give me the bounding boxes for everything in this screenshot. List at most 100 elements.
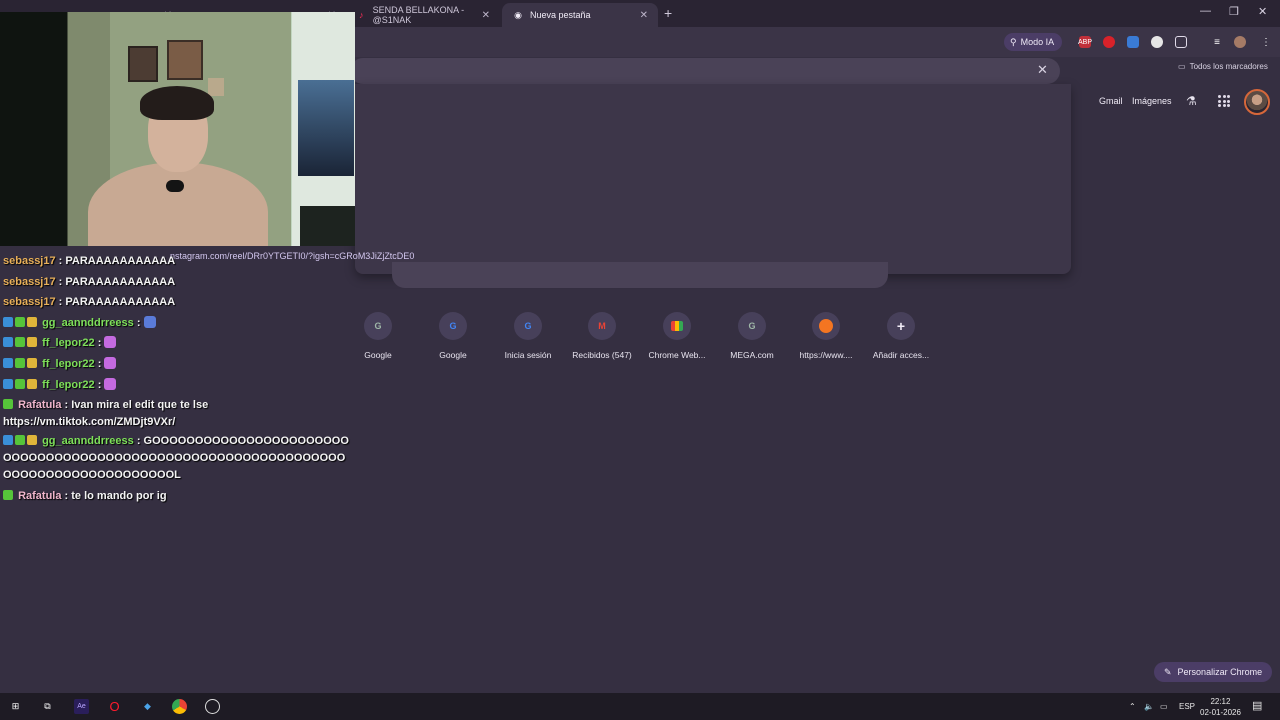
puzzle-icon[interactable] — [1175, 36, 1187, 48]
close-window-button[interactable]: ✕ — [1258, 5, 1267, 18]
language-indicator[interactable]: ESP — [1179, 702, 1195, 711]
badge-icon — [3, 357, 13, 368]
omnibox-dropdown — [355, 84, 1071, 274]
restore-button[interactable]: ❐ — [1229, 5, 1239, 18]
badge-icon — [15, 435, 25, 446]
speaker-icon[interactable]: 🔈 — [1144, 702, 1154, 711]
chrome-icon: ◉ — [514, 9, 522, 20]
chat-message: sebassj17 : PARAAAAAAAAAAA — [3, 296, 176, 309]
badge-icon — [15, 378, 25, 389]
labs-flask-icon[interactable]: ⚗ — [1186, 94, 1197, 108]
close-icon[interactable]: ✕ — [640, 10, 648, 21]
chat-username: gg_aannddrreess — [42, 435, 134, 448]
shortcut-label: https://www.... — [799, 350, 853, 360]
app-icon[interactable]: ◆ — [140, 699, 155, 714]
clock-time: 22:12 — [1210, 697, 1231, 706]
minimize-button[interactable]: — — [1200, 5, 1211, 17]
google-apps-icon[interactable] — [1218, 95, 1230, 107]
gmail-link[interactable]: Gmail — [1099, 96, 1123, 106]
adblock-label: ABP — [1078, 38, 1093, 46]
stream-chat: sebassj17 : PARAAAAAAAAAAA sebassj17 : P… — [3, 251, 353, 507]
shortcut-label: Google — [439, 350, 467, 360]
shortcut-google-1[interactable]: G Google — [343, 312, 413, 360]
profile-icon[interactable] — [1234, 36, 1246, 48]
clock[interactable]: 22:12 02-01-2026 — [1200, 696, 1241, 718]
emote-icon — [104, 356, 117, 369]
google-icon: G — [514, 312, 542, 340]
modo-ia-label: Modo IA — [1020, 37, 1055, 47]
chat-message: sebassj17 : PARAAAAAAAAAAA — [3, 275, 176, 288]
close-icon[interactable]: ✕ — [482, 10, 490, 21]
extension-icon-red[interactable] — [1103, 36, 1115, 48]
taskbar — [0, 693, 1280, 720]
shortcut-letter: + — [896, 318, 906, 334]
chat-message: Rafatula : te lo mando por ig — [3, 484, 353, 507]
badge-icon — [15, 357, 25, 368]
chrome-web-store-icon — [663, 312, 691, 340]
tab-nueva-pestana[interactable]: ◉ Nueva pestaña ✕ — [502, 3, 658, 27]
google-search-box[interactable] — [392, 262, 888, 288]
adblock-icon[interactable]: ABP — [1078, 36, 1093, 48]
badge-icon — [3, 435, 13, 446]
translate-icon[interactable] — [1127, 36, 1139, 48]
google-letter-icon: G — [364, 312, 392, 340]
shortcut-label: Google — [364, 350, 392, 360]
chat-message: gg_aannddrreess : — [3, 313, 353, 334]
network-icon[interactable]: ▭ — [1160, 702, 1168, 711]
badge-icon — [15, 337, 25, 348]
chat-text: PARAAAAAAAAAAA — [65, 275, 176, 288]
google-icon: G — [439, 312, 467, 340]
images-link[interactable]: Imágenes — [1132, 96, 1172, 106]
shortcut-recibidos[interactable]: M Recibidos (547) — [567, 312, 637, 360]
after-effects-icon[interactable]: Ae — [74, 699, 89, 714]
modo-ia-button[interactable]: ⚲ Modo IA — [1004, 33, 1063, 51]
close-icon[interactable]: ✕ — [1037, 62, 1048, 78]
shortcut-mega[interactable]: G MEGA.com — [717, 312, 787, 360]
shortcut-https[interactable]: https://www.... — [791, 312, 861, 360]
google-letter-icon: G — [738, 312, 766, 340]
shortcut-inicia-sesion[interactable]: G Inicia sesión — [493, 312, 563, 360]
task-view-icon[interactable]: ⧉ — [40, 699, 55, 714]
shortcut-letter: G — [449, 321, 457, 331]
shortcut-label: MEGA.com — [730, 350, 774, 360]
chat-username: ff_lepor22 — [42, 357, 95, 370]
chat-text: PARAAAAAAAAAAA — [65, 296, 176, 309]
chat-username: ff_lepor22 — [42, 337, 95, 350]
clock-date: 02-01-2026 — [1200, 708, 1241, 717]
all-bookmarks-button[interactable]: ▭ Todos los marcadores — [1178, 62, 1268, 71]
badge-icon — [3, 316, 13, 327]
reading-list-icon[interactable]: ≡ — [1211, 36, 1223, 48]
badge-icon — [3, 378, 13, 389]
shortcut-label: Chrome Web... — [648, 350, 706, 360]
badge-icon — [27, 357, 37, 368]
customize-chrome-button[interactable]: ✎ Personalizar Chrome — [1154, 662, 1273, 682]
address-bar[interactable] — [350, 58, 1060, 84]
shortcut-chrome-web-store[interactable]: Chrome Web... — [642, 312, 712, 360]
chat-text: te lo mando por ig — [71, 490, 167, 503]
chat-username: Rafatula — [18, 490, 62, 503]
opera-icon[interactable]: O — [107, 699, 122, 714]
emote-icon — [104, 336, 117, 349]
badge-icon — [27, 435, 37, 446]
extension-icon-white[interactable] — [1151, 36, 1163, 48]
chevron-up-icon[interactable]: ⌃ — [1129, 702, 1136, 711]
chat-username: sebassj17 — [3, 275, 56, 288]
obs-icon[interactable] — [205, 699, 220, 714]
sparkle-search-icon: ⚲ — [1010, 36, 1017, 47]
notifications-icon[interactable]: ▤ — [1252, 699, 1262, 712]
shortcut-letter: G — [748, 321, 756, 331]
windows-start-icon[interactable]: ⊞ — [8, 699, 23, 714]
chrome-taskbar-icon[interactable] — [172, 699, 187, 714]
chat-text: PARAAAAAAAAAAA — [65, 255, 176, 267]
menu-kebab-icon[interactable]: ⋮ — [1260, 36, 1272, 48]
crunchyroll-icon — [812, 312, 840, 340]
account-avatar[interactable] — [1244, 89, 1270, 115]
tiktok-icon: ♪ — [359, 10, 364, 20]
chat-username: gg_aannddrreess — [42, 316, 134, 329]
badge-icon — [27, 378, 37, 389]
shortcut-google-2[interactable]: G Google — [418, 312, 488, 360]
shortcut-letter: M — [598, 321, 606, 331]
new-tab-button[interactable]: + — [664, 5, 672, 21]
shortcut-add[interactable]: + Añadir acces... — [866, 312, 936, 360]
tab-tiktok-senda[interactable]: ♪ SENDA BELLAKONA - @S1NAK ✕ — [346, 3, 500, 27]
